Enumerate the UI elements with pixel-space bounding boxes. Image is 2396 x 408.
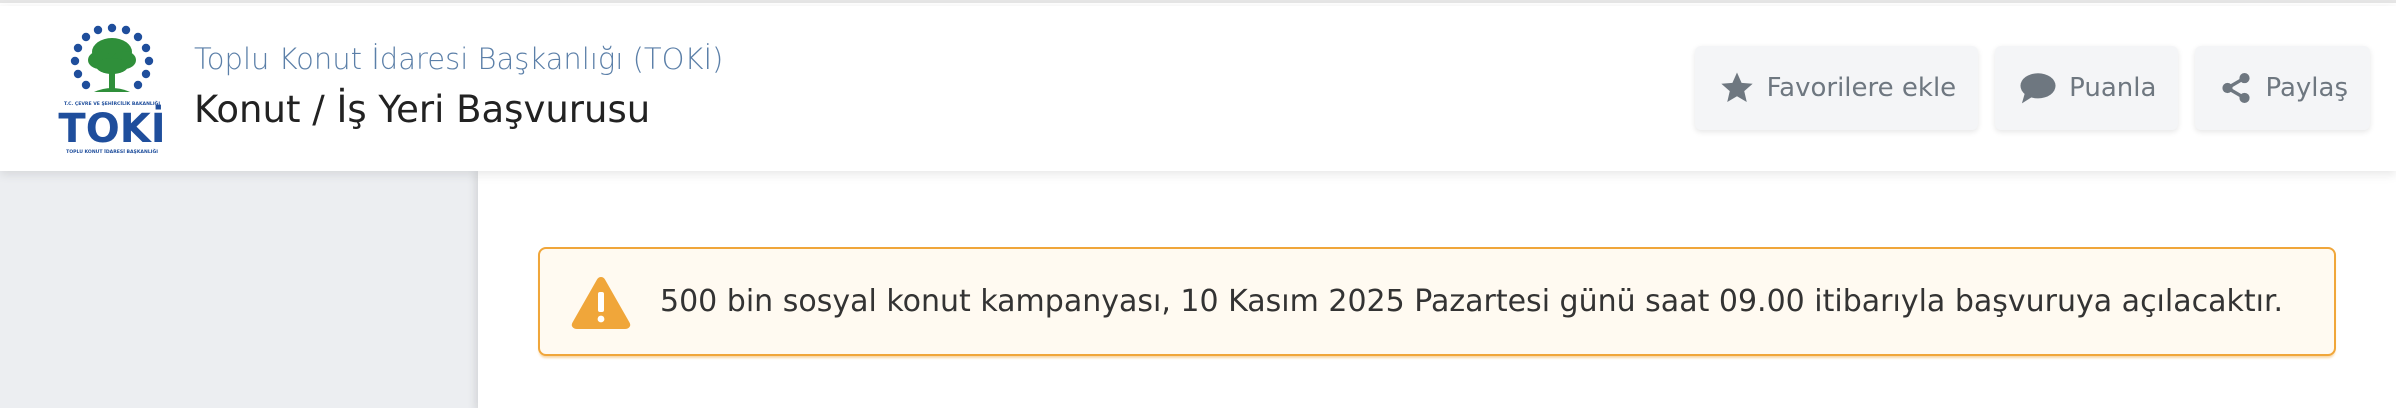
rate-button[interactable]: Puanla [1995, 46, 2179, 130]
site-header: T.C. ÇEVRE VE ŞEHİRCİLİK BAKANLIĞI TOKİ … [0, 6, 2396, 171]
organization-name[interactable]: Toplu Konut İdaresi Başkanlığı (TOKİ) [194, 42, 723, 76]
page: T.C. ÇEVRE VE ŞEHİRCİLİK BAKANLIĞI TOKİ … [0, 0, 2396, 408]
star-icon [1720, 72, 1753, 103]
sidebar [0, 171, 478, 408]
alert-message: 500 bin sosyal konut kampanyası, 10 Kası… [660, 284, 2284, 319]
speech-bubble-icon [2020, 73, 2056, 104]
logo-organization-text: TOPLU KONUT İDARESİ BAŞKANLIĞI [66, 148, 158, 155]
share-button[interactable]: Paylaş [2195, 46, 2370, 130]
logo-wordmark: TOKİ [58, 104, 165, 152]
campaign-alert: 500 bin sosyal konut kampanyası, 10 Kası… [538, 247, 2336, 356]
main-content: 500 bin sosyal konut kampanyası, 10 Kası… [478, 171, 2396, 408]
toki-logo[interactable]: T.C. ÇEVRE VE ŞEHİRCİLİK BAKANLIĞI TOKİ … [50, 22, 175, 155]
add-favorite-button[interactable]: Favorilere ekle [1694, 46, 1979, 130]
rate-label: Puanla [2069, 73, 2157, 103]
toki-logo-icon: T.C. ÇEVRE VE ŞEHİRCİLİK BAKANLIĞI TOKİ … [58, 23, 166, 155]
add-favorite-label: Favorilere ekle [1766, 73, 1957, 103]
header-actions: Favorilere ekle Puanla Paylaş [1694, 46, 2370, 130]
page-title: Konut / İş Yeri Başvurusu [194, 88, 651, 131]
share-icon [2222, 72, 2251, 104]
warning-icon [571, 276, 631, 329]
share-label: Paylaş [2265, 73, 2348, 103]
